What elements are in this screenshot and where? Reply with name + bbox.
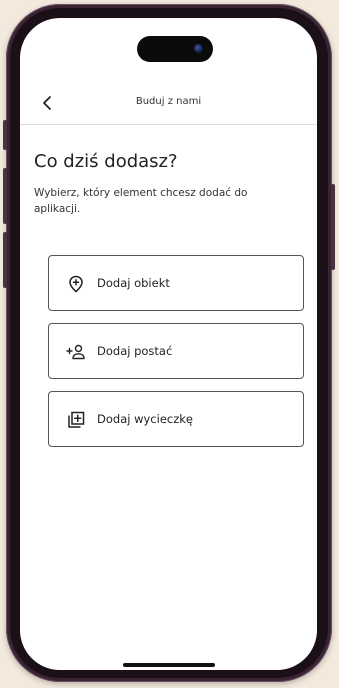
home-indicator[interactable]: [123, 663, 215, 667]
page-title: Buduj z nami: [135, 96, 202, 107]
power-button: [331, 184, 335, 270]
dynamic-island: [137, 36, 213, 62]
add-object-label: Dodaj obiekt: [97, 276, 170, 290]
add-trip-label: Dodaj wycieczkę: [97, 412, 193, 426]
volume-up-button: [3, 168, 7, 224]
add-object-button[interactable]: Dodaj obiekt: [48, 255, 304, 311]
person-add-icon: [66, 344, 85, 360]
volume-down-button: [3, 232, 7, 288]
map-pin-plus-icon: [69, 275, 83, 293]
add-character-label: Dodaj postać: [97, 344, 173, 358]
add-character-button[interactable]: Dodaj postać: [48, 323, 304, 379]
camera-icon: [194, 44, 203, 53]
app-screen: Buduj z nami Co dziś dodasz? Wybierz, kt…: [20, 18, 317, 670]
top-navigation-bar: Buduj z nami: [20, 84, 317, 125]
add-trip-button[interactable]: Dodaj wycieczkę: [48, 391, 304, 447]
instruction-text: Wybierz, który element chcesz dodać do a…: [34, 187, 248, 215]
main-heading: Co dziś dodasz?: [34, 151, 178, 172]
add-to-library-icon: [68, 411, 85, 428]
action-button: [3, 120, 7, 150]
